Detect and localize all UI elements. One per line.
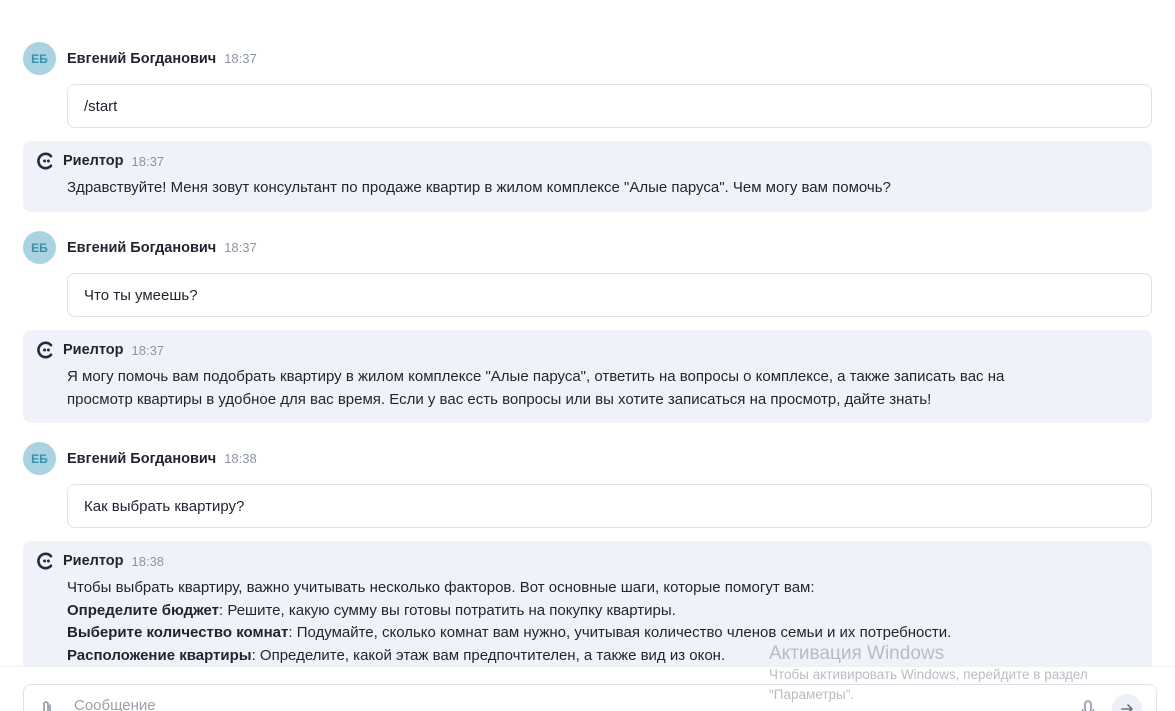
message-time: 18:37 <box>224 240 257 255</box>
arrow-right-icon <box>1121 704 1133 711</box>
message-intro: Чтобы выбрать квартиру, важно учитывать … <box>67 579 815 596</box>
message-text: Я могу помочь вам подобрать квартиру в ж… <box>67 366 1138 411</box>
step-title: Выберите количество комнат <box>67 624 289 641</box>
chat-bot-logo-icon <box>35 151 55 171</box>
author-name: Риелтор <box>63 342 124 358</box>
bot-message: Риелтор 18:37 Здравствуйте! Меня зовут к… <box>23 141 1152 212</box>
bot-message: Риелтор 18:38 Чтобы выбрать квартиру, ва… <box>23 541 1152 666</box>
paperclip-icon[interactable] <box>38 699 56 711</box>
message-composer <box>23 684 1157 711</box>
message-header: Риелтор 18:38 <box>35 551 1138 571</box>
list-item: Определите бюджет: Решите, какую сумму в… <box>67 600 1138 623</box>
message-text: Чтобы выбрать квартиру, важно учитывать … <box>67 577 1138 666</box>
step-title: Определите бюджет <box>67 601 220 619</box>
message-text: Здравствуйте! Меня зовут консультант по … <box>67 179 891 196</box>
message-header: Риелтор 18:37 <box>35 151 1138 171</box>
chat-feed: ЕБ Евгений Богданович 18:37 /start Риелт… <box>0 0 1175 666</box>
step-text: : Решите, какую сумму вы готовы потратит… <box>219 601 676 619</box>
message-input[interactable] <box>74 697 974 711</box>
user-message: ЕБ Евгений Богданович 18:37 Что ты умееш… <box>23 231 1152 317</box>
microphone-icon[interactable] <box>1080 699 1096 711</box>
message-header: Риелтор 18:37 <box>35 340 1138 360</box>
message-header: ЕБ Евгений Богданович 18:38 <box>23 442 1152 475</box>
author-name: Риелтор <box>63 553 124 569</box>
avatar: ЕБ <box>23 231 56 264</box>
list-item: Выберите количество комнат: Подумайте, с… <box>67 622 1138 645</box>
message-header: ЕБ Евгений Богданович 18:37 <box>23 231 1152 264</box>
message-header: ЕБ Евгений Богданович 18:37 <box>23 42 1152 75</box>
message-text: Что ты умеешь? <box>67 273 1152 317</box>
list-item: Расположение квартиры: Определите, какой… <box>67 645 1138 667</box>
message-time: 18:37 <box>224 51 257 66</box>
chat-bot-logo-icon <box>35 551 55 571</box>
message-time: 18:37 <box>131 153 165 169</box>
message-text: Как выбрать квартиру? <box>67 484 1152 528</box>
message-time: 18:37 <box>131 342 165 358</box>
message-text: /start <box>67 84 1152 128</box>
send-button[interactable] <box>1112 694 1142 711</box>
chat-bot-logo-icon <box>35 340 55 360</box>
author-name: Евгений Богданович <box>67 50 217 67</box>
author-name: Евгений Богданович <box>67 239 217 256</box>
step-title: Расположение квартиры <box>67 646 252 664</box>
composer-area <box>0 666 1175 711</box>
message-line: просмотр квартиры в удобное для вас врем… <box>67 390 932 408</box>
author-name: Риелтор <box>63 153 124 169</box>
avatar: ЕБ <box>23 42 56 75</box>
user-message: ЕБ Евгений Богданович 18:38 Как выбрать … <box>23 442 1152 528</box>
user-message: ЕБ Евгений Богданович 18:37 /start <box>23 42 1152 128</box>
bot-message: Риелтор 18:37 Я могу помочь вам подобрат… <box>23 330 1152 423</box>
message-time: 18:38 <box>131 553 165 569</box>
message-line: Я могу помочь вам подобрать квартиру в ж… <box>67 368 1005 385</box>
avatar: ЕБ <box>23 442 56 475</box>
message-time: 18:38 <box>224 451 257 466</box>
author-name: Евгений Богданович <box>67 450 217 467</box>
step-text: : Определите, какой этаж вам предпочтите… <box>251 646 726 664</box>
step-text: : Подумайте, сколько комнат вам нужно, у… <box>288 624 952 641</box>
